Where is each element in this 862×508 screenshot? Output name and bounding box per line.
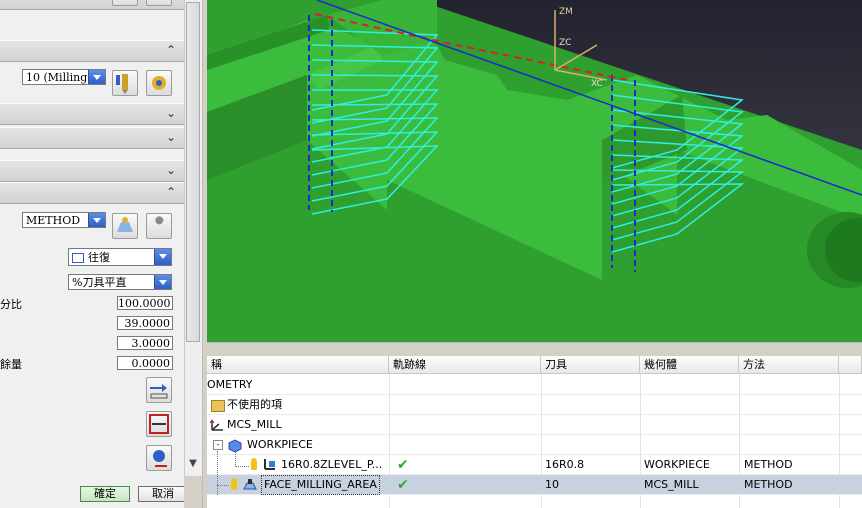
- collapse-toggle-icon[interactable]: -: [213, 440, 223, 450]
- edit-method-button[interactable]: [112, 213, 138, 239]
- cut-levels-button[interactable]: [146, 377, 172, 403]
- stepover-value: %刀具平直: [72, 276, 127, 289]
- check-icon: ✔: [397, 457, 409, 473]
- stock-label: 餘量: [0, 358, 22, 371]
- row-name: WORKPIECE: [247, 438, 313, 451]
- check-icon: ✔: [397, 477, 409, 493]
- scroll-down-icon[interactable]: ▼: [187, 458, 199, 472]
- display-tool-button[interactable]: [146, 70, 172, 96]
- cutting-parameters-button[interactable]: [146, 411, 172, 437]
- edit-tool-button[interactable]: [112, 70, 138, 96]
- chevron-down-icon[interactable]: ⌄: [164, 130, 178, 144]
- row-tool: 16R0.8: [545, 458, 585, 471]
- operation-dialog-panel: ⌃ 10 (Milling T ⌄ ⌄ ⌄ ⌃ METHOD 往復 %刀具平直 …: [0, 0, 184, 508]
- table-row-selected[interactable]: FACE_MILLING_AREA ✔ 10 MCS_MILL METHOD: [207, 475, 862, 495]
- workpiece-icon: [228, 439, 242, 452]
- method-edit-icon: [117, 217, 133, 232]
- row-name: OMETRY: [207, 378, 253, 391]
- table-row[interactable]: - WORKPIECE: [207, 435, 862, 455]
- cut-levels-icon: [150, 384, 168, 399]
- dropdown-arrow-icon[interactable]: [154, 275, 171, 289]
- method-select-value: METHOD: [26, 214, 81, 227]
- stock-input[interactable]: 0.0000: [117, 356, 173, 370]
- column-header-empty: [839, 356, 862, 374]
- mcs-icon: [209, 419, 223, 431]
- table-row[interactable]: 不使用的項: [207, 395, 862, 415]
- top-icon-button-2[interactable]: [146, 0, 172, 6]
- wrench-icon: [152, 216, 164, 233]
- navigator-splitter[interactable]: [207, 342, 862, 357]
- tree-connector: [217, 485, 229, 487]
- face-milling-operation-icon: [243, 479, 257, 490]
- zigzag-pattern-icon: [72, 253, 84, 263]
- zm-axis-label: ZM: [559, 7, 573, 17]
- percent-input[interactable]: 100.0000: [117, 296, 173, 310]
- chevron-up-icon[interactable]: ⌃: [164, 43, 178, 57]
- row-name: MCS_MILL: [227, 418, 282, 431]
- tool-select[interactable]: 10 (Milling T: [22, 69, 106, 85]
- status-bulb-icon: [231, 478, 237, 490]
- column-header-tool[interactable]: 刀具: [541, 356, 640, 374]
- cut-pattern-select[interactable]: 往復: [68, 248, 172, 266]
- graphics-viewport[interactable]: ZM ZC XC: [207, 0, 862, 342]
- tool-edit-icon: [116, 74, 128, 94]
- param-input-2[interactable]: 39.0000: [117, 316, 173, 330]
- dropdown-arrow-icon[interactable]: [88, 70, 105, 84]
- table-row[interactable]: MCS_MILL: [207, 415, 862, 435]
- table-row[interactable]: OMETRY: [207, 375, 862, 395]
- zc-axis-label: ZC: [559, 38, 571, 48]
- column-header-name[interactable]: 稱: [207, 356, 389, 374]
- section-tool-header[interactable]: ⌃: [0, 40, 184, 62]
- dropdown-arrow-icon[interactable]: [154, 249, 171, 265]
- section-collapsed-1[interactable]: ⌄: [0, 103, 184, 125]
- folder-icon: [211, 400, 225, 412]
- cutting-params-icon: [149, 414, 169, 434]
- method-select[interactable]: METHOD: [22, 212, 106, 228]
- non-cutting-moves-button[interactable]: [146, 445, 172, 471]
- percent-label: 分比: [0, 298, 22, 311]
- row-tool: 10: [545, 478, 559, 491]
- column-header-geometry[interactable]: 幾何體: [640, 356, 739, 374]
- tool-display-icon: [152, 76, 166, 90]
- row-geometry: MCS_MILL: [644, 478, 699, 491]
- tree-connector: [235, 451, 237, 467]
- row-name: 不使用的項: [227, 398, 282, 411]
- non-cutting-moves-icon: [153, 450, 167, 467]
- chevron-down-icon[interactable]: ⌄: [164, 106, 178, 120]
- status-bulb-icon: [251, 458, 257, 470]
- chevron-up-icon[interactable]: ⌃: [164, 185, 178, 199]
- cut-pattern-value: 往復: [88, 251, 110, 264]
- section-path-settings-header[interactable]: ⌃: [0, 182, 184, 204]
- tree-connector: [217, 451, 219, 495]
- row-method: METHOD: [744, 478, 793, 491]
- row-method: METHOD: [744, 458, 793, 471]
- column-header-toolpath[interactable]: 軌跡線: [389, 356, 541, 374]
- row-geometry: WORKPIECE: [644, 458, 710, 471]
- row-name: FACE_MILLING_AREA: [261, 475, 380, 495]
- scrollbar-thumb[interactable]: [186, 2, 200, 342]
- table-row[interactable]: 16R0.8ZLEVEL_P... ✔ 16R0.8 WORKPIECE MET…: [207, 455, 862, 475]
- column-header-method[interactable]: 方法: [739, 356, 839, 374]
- section-collapsed-2[interactable]: ⌄: [0, 127, 184, 149]
- cancel-button[interactable]: 取消: [138, 486, 184, 502]
- display-method-button[interactable]: [146, 213, 172, 239]
- operation-navigator: 稱 軌跡線 刀具 幾何體 方法 OMETRY 不使用的項 MCS_MILL - …: [207, 356, 862, 508]
- xc-axis-label: XC: [591, 79, 603, 89]
- ok-button[interactable]: 確定: [80, 486, 130, 502]
- cad-model-canvas: ZM ZC XC: [207, 0, 862, 342]
- row-name: 16R0.8ZLEVEL_P...: [281, 458, 383, 471]
- zlevel-operation-icon: [264, 459, 275, 470]
- tree-connector: [235, 466, 249, 468]
- stepover-select[interactable]: %刀具平直: [68, 274, 172, 290]
- chevron-down-icon[interactable]: ⌄: [164, 163, 178, 177]
- param-input-3[interactable]: 3.0000: [117, 336, 173, 350]
- dropdown-arrow-icon[interactable]: [88, 213, 105, 227]
- section-collapsed-3[interactable]: ⌄: [0, 160, 184, 182]
- top-icon-button-1[interactable]: [112, 0, 138, 6]
